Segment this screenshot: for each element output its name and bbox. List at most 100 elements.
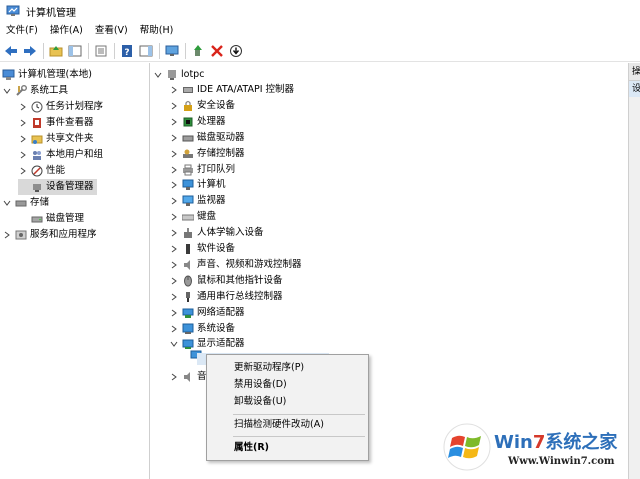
chevron-right-icon[interactable] [169,273,179,289]
category-security-devices[interactable]: 安全设备 [169,98,235,114]
security-device-icon [181,99,194,112]
tools-icon [14,85,27,98]
event-viewer-icon [30,117,43,130]
tree-item-event-viewer[interactable]: 事件查看器 [18,115,94,131]
category-ide-ata[interactable]: IDE ATA/ATAPI 控制器 [169,82,294,98]
category-monitors[interactable]: 监视器 [169,193,226,209]
chevron-right-icon[interactable] [169,209,179,225]
chevron-right-icon[interactable] [169,257,179,273]
menu-scan-hardware-changes[interactable]: 扫描检测硬件改动(A) [207,416,368,433]
chevron-right-icon[interactable] [18,99,28,115]
category-system-devices[interactable]: 系统设备 [169,321,235,337]
chevron-down-icon[interactable] [2,83,12,99]
chevron-right-icon[interactable] [2,227,12,243]
computer-icon [165,69,178,82]
chevron-right-icon[interactable] [18,147,28,163]
chevron-right-icon[interactable] [18,115,28,131]
chevron-right-icon[interactable] [169,193,179,209]
actions-pane: 操 设 [628,63,640,479]
chevron-right-icon[interactable] [18,131,28,147]
category-network-adapters[interactable]: 网络适配器 [169,305,245,321]
menu-view[interactable]: 查看(V) [89,22,134,40]
menu-action[interactable]: 操作(A) [44,22,89,40]
device-manager-icon [30,181,43,194]
monitor-icon[interactable] [163,42,181,60]
tree-item-task-scheduler[interactable]: 任务计划程序 [18,99,103,115]
computer-icon [181,179,194,192]
tree-item-shared-folders[interactable]: 共享文件夹 [18,131,94,147]
chevron-right-icon[interactable] [169,369,179,385]
tree-item-device-manager[interactable]: 设备管理器 [18,179,97,195]
show-hide-tree-icon[interactable] [66,42,84,60]
category-audio-partial[interactable]: 音 [169,369,207,385]
chevron-right-icon[interactable] [169,289,179,305]
ide-controller-icon [181,84,194,97]
computer-management-icon [6,5,20,17]
category-sound-video-game[interactable]: 声音、视频和游戏控制器 [169,257,302,273]
tree-item-local-users-groups[interactable]: 本地用户和组 [18,147,103,163]
menu-help[interactable]: 帮助(H) [134,22,180,40]
category-disk-drives[interactable]: 磁盘驱动器 [169,130,245,146]
console-tree: 计算机管理(本地) 系统工具 任务计划程序 事件查看器 共享文件夹 本地用户和组… [0,63,150,479]
performance-icon [30,165,43,178]
uninstall-icon[interactable] [208,42,226,60]
chevron-right-icon[interactable] [169,162,179,178]
category-mice[interactable]: 鼠标和其他指针设备 [169,273,283,289]
category-usb-controllers[interactable]: 通用串行总线控制器 [169,289,283,305]
menu-disable-device[interactable]: 禁用设备(D) [207,376,368,393]
chevron-right-icon[interactable] [169,146,179,162]
computer-management-icon [2,69,15,82]
tree-root[interactable]: 计算机管理(本地) [2,67,92,83]
chevron-down-icon[interactable] [153,67,163,83]
chevron-right-icon[interactable] [169,225,179,241]
category-processors[interactable]: 处理器 [169,114,226,130]
windows-logo-icon [443,423,491,471]
category-display-adapters[interactable]: 显示适配器 [169,336,245,352]
menu-uninstall-device[interactable]: 卸载设备(U) [207,393,368,410]
chevron-right-icon[interactable] [169,177,179,193]
watermark-brand: Win7系统之家 [494,432,618,453]
menu-update-driver[interactable]: 更新驱动程序(P) [207,359,368,376]
actions-pane-header[interactable]: 操 [629,63,640,81]
chevron-right-icon[interactable] [169,114,179,130]
back-icon[interactable] [2,42,20,60]
category-keyboards[interactable]: 键盘 [169,209,216,225]
chevron-right-icon[interactable] [18,163,28,179]
menu-properties[interactable]: 属性(R) [207,439,368,456]
actions-pane-subheader[interactable]: 设 [629,81,640,97]
category-storage-controllers[interactable]: 存储控制器 [169,146,245,162]
device-tree-root[interactable]: lotpc [153,67,204,83]
print-queue-icon [181,163,194,176]
keyboard-icon [181,211,194,224]
tree-item-system-tools[interactable]: 系统工具 [2,83,68,99]
chevron-right-icon[interactable] [169,82,179,98]
chevron-right-icon[interactable] [169,130,179,146]
chevron-right-icon[interactable] [169,321,179,337]
chevron-down-icon[interactable] [2,195,12,211]
chevron-down-icon[interactable] [169,336,179,352]
update-driver-icon[interactable] [227,42,245,60]
tree-item-services-apps[interactable]: 服务和应用程序 [2,227,97,243]
action-pane-icon[interactable] [137,42,155,60]
category-hid[interactable]: 人体学输入设备 [169,225,264,241]
chevron-right-icon[interactable] [169,98,179,114]
chevron-right-icon[interactable] [169,305,179,321]
disk-drive-icon [181,131,194,144]
storage-controller-icon [181,147,194,160]
up-folder-icon[interactable] [47,42,65,60]
category-computer[interactable]: 计算机 [169,177,226,193]
chevron-right-icon[interactable] [169,241,179,257]
category-print-queues[interactable]: 打印队列 [169,162,235,178]
forward-icon[interactable] [21,42,39,60]
tree-item-performance[interactable]: 性能 [18,163,65,179]
tree-item-storage[interactable]: 存储 [2,195,49,211]
toolbar-separator [114,42,115,59]
menu-file[interactable]: 文件(F) [0,22,44,40]
scan-hardware-icon[interactable] [189,42,207,60]
toolbar-separator [185,42,186,59]
help-icon[interactable]: ? [118,42,136,60]
system-device-icon [181,322,194,335]
tree-item-disk-management[interactable]: 磁盘管理 [18,211,84,227]
category-software-devices[interactable]: 软件设备 [169,241,235,257]
properties-icon[interactable] [92,42,110,60]
